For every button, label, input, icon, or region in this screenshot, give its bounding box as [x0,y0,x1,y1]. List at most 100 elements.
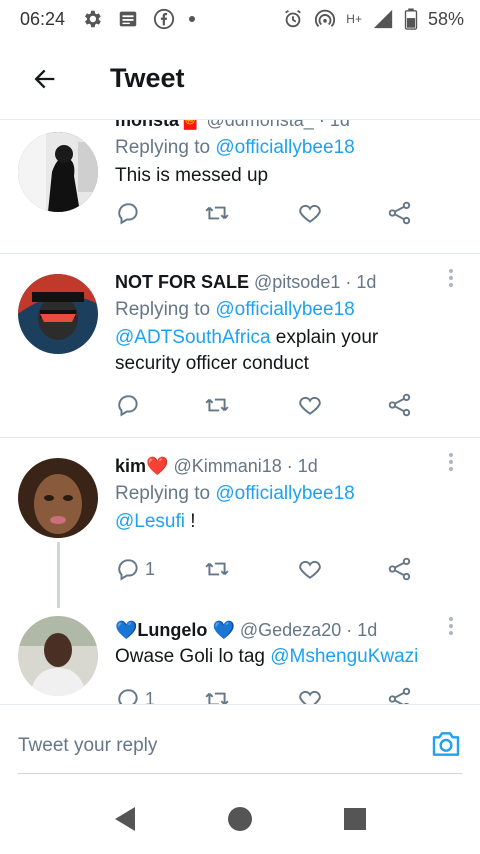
reply-list[interactable]: monsta🧧 @ddmonsta_ · 1d Replying to @off… [0,120,480,704]
share-button[interactable] [387,200,413,226]
tweet-time: · 1d [346,620,378,640]
author-handle[interactable]: @ddmonsta_ [206,120,313,130]
reply-icon [118,559,138,581]
circle-home-icon [228,807,252,831]
replying-to-link[interactable]: @officiallybee18 [215,299,354,320]
tweet-text: @Lesufi ! [115,509,440,535]
retweet-button[interactable] [203,200,231,226]
camera-icon [432,732,460,756]
heart-icon [299,204,321,223]
retweet-button[interactable] [203,556,231,582]
reply-composer: Tweet your reply [0,704,480,784]
battery-percent: 58% [427,8,464,29]
status-time: 06:24 [20,8,66,29]
more-options-button[interactable] [448,266,454,290]
tweet-item[interactable]: monsta🧧 @ddmonsta_ · 1d Replying to @off… [0,120,480,254]
author-emoji: 🧧 [179,120,202,130]
notification-dot-icon [189,16,196,22]
retweet-icon [205,562,229,576]
nav-home-button[interactable] [225,804,255,834]
share-button[interactable] [387,392,413,418]
avatar[interactable] [18,274,98,354]
page-title: Tweet [110,63,185,93]
tweet-author-line: NOT FOR SALE @pitsode1 · 1d [115,270,440,294]
tweet-actions [115,392,425,422]
share-button[interactable] [387,686,413,704]
app-header: Tweet [0,38,480,120]
avatar-photo [18,616,98,696]
hotspot-icon [315,9,336,27]
tweet-actions: 1 [115,686,425,704]
reply-button[interactable] [115,392,145,418]
reply-button[interactable] [115,200,145,226]
reply-input[interactable]: Tweet your reply [18,735,157,757]
replying-prefix: Replying to [115,299,211,320]
tweet-time: · 1d [345,272,377,292]
tweet-author-line: monsta🧧 @ddmonsta_ · 1d [115,120,440,132]
tweet-item[interactable]: 💙Lungelo 💙 @Gedeza20 · 1d Owase Goli lo … [0,608,480,704]
back-button[interactable] [0,38,90,120]
like-button[interactable] [297,392,323,418]
like-button[interactable] [297,200,323,226]
facebook-icon [153,8,175,30]
like-button[interactable] [297,686,323,704]
author-handle[interactable]: @Kimmani18 [173,456,281,476]
author-handle[interactable]: @Gedeza20 [240,620,341,640]
more-options-button[interactable] [448,614,454,638]
retweet-button[interactable] [203,686,231,704]
status-bar: 06:24 H+ 58% [0,0,480,38]
retweet-icon [205,692,229,704]
tweet-item[interactable]: kim❤️ @Kimmani18 · 1d Replying to @offic… [0,438,480,608]
heart-icon [299,690,321,704]
retweet-button[interactable] [203,392,231,418]
heart-icon [299,560,321,579]
share-button[interactable] [387,556,413,582]
retweet-icon [205,398,229,412]
reply-icon [118,395,138,417]
mention-link[interactable]: @MshenguKwazi [270,646,418,667]
replying-prefix: Replying to [115,483,211,504]
replying-to-link[interactable]: @officiallybee18 [215,137,354,158]
author-emoji-prefix: 💙 [115,620,138,640]
avatar[interactable] [18,458,98,538]
author-name[interactable]: NOT FOR SALE [115,272,249,292]
reply-button[interactable]: 1 [115,686,155,704]
replying-prefix: Replying to [115,137,211,158]
share-icon [388,557,411,581]
tweet-text: Owase Goli lo tag @MshenguKwazi [115,644,440,670]
settings-gear-icon [85,10,101,28]
tweet-time: · 1d [286,456,318,476]
replying-to-link[interactable]: @officiallybee18 [215,483,354,504]
reply-input-underline [18,773,462,774]
mention-link[interactable]: @ADTSouthAfrica [115,327,271,348]
tweet-item[interactable]: NOT FOR SALE @pitsode1 · 1d Replying to … [0,254,480,438]
heart-icon [299,396,321,415]
more-options-button[interactable] [448,450,454,474]
author-handle[interactable]: @pitsode1 [254,272,340,292]
avatar[interactable] [18,616,98,696]
arrow-left-icon [34,69,55,88]
author-name[interactable]: kim [115,456,146,476]
tweet-author-line: 💙Lungelo 💙 @Gedeza20 · 1d [115,618,440,642]
avatar[interactable] [18,132,98,212]
nav-recents-button[interactable] [340,804,370,834]
replying-to: Replying to @officiallybee18 [115,297,440,323]
reply-icon [118,203,138,225]
avatar-photo [18,132,98,212]
reply-count: 1 [145,688,156,705]
mention-link[interactable]: @Lesufi [115,511,185,532]
camera-button[interactable] [430,729,462,764]
reply-button[interactable]: 1 [115,556,155,582]
retweet-icon [205,206,229,220]
author-name[interactable]: Lungelo [137,620,207,640]
avatar-photo [18,458,98,538]
nav-back-button[interactable] [110,804,140,834]
author-name[interactable]: monsta [115,120,179,130]
tweet-body: Owase Goli lo tag [115,646,271,667]
tweet-actions: 1 [115,556,425,586]
tweet-author-line: kim❤️ @Kimmani18 · 1d [115,454,440,478]
share-icon [388,687,411,704]
like-button[interactable] [297,556,323,582]
triangle-back-icon [115,807,135,831]
tweet-time: · 1d [318,120,350,130]
